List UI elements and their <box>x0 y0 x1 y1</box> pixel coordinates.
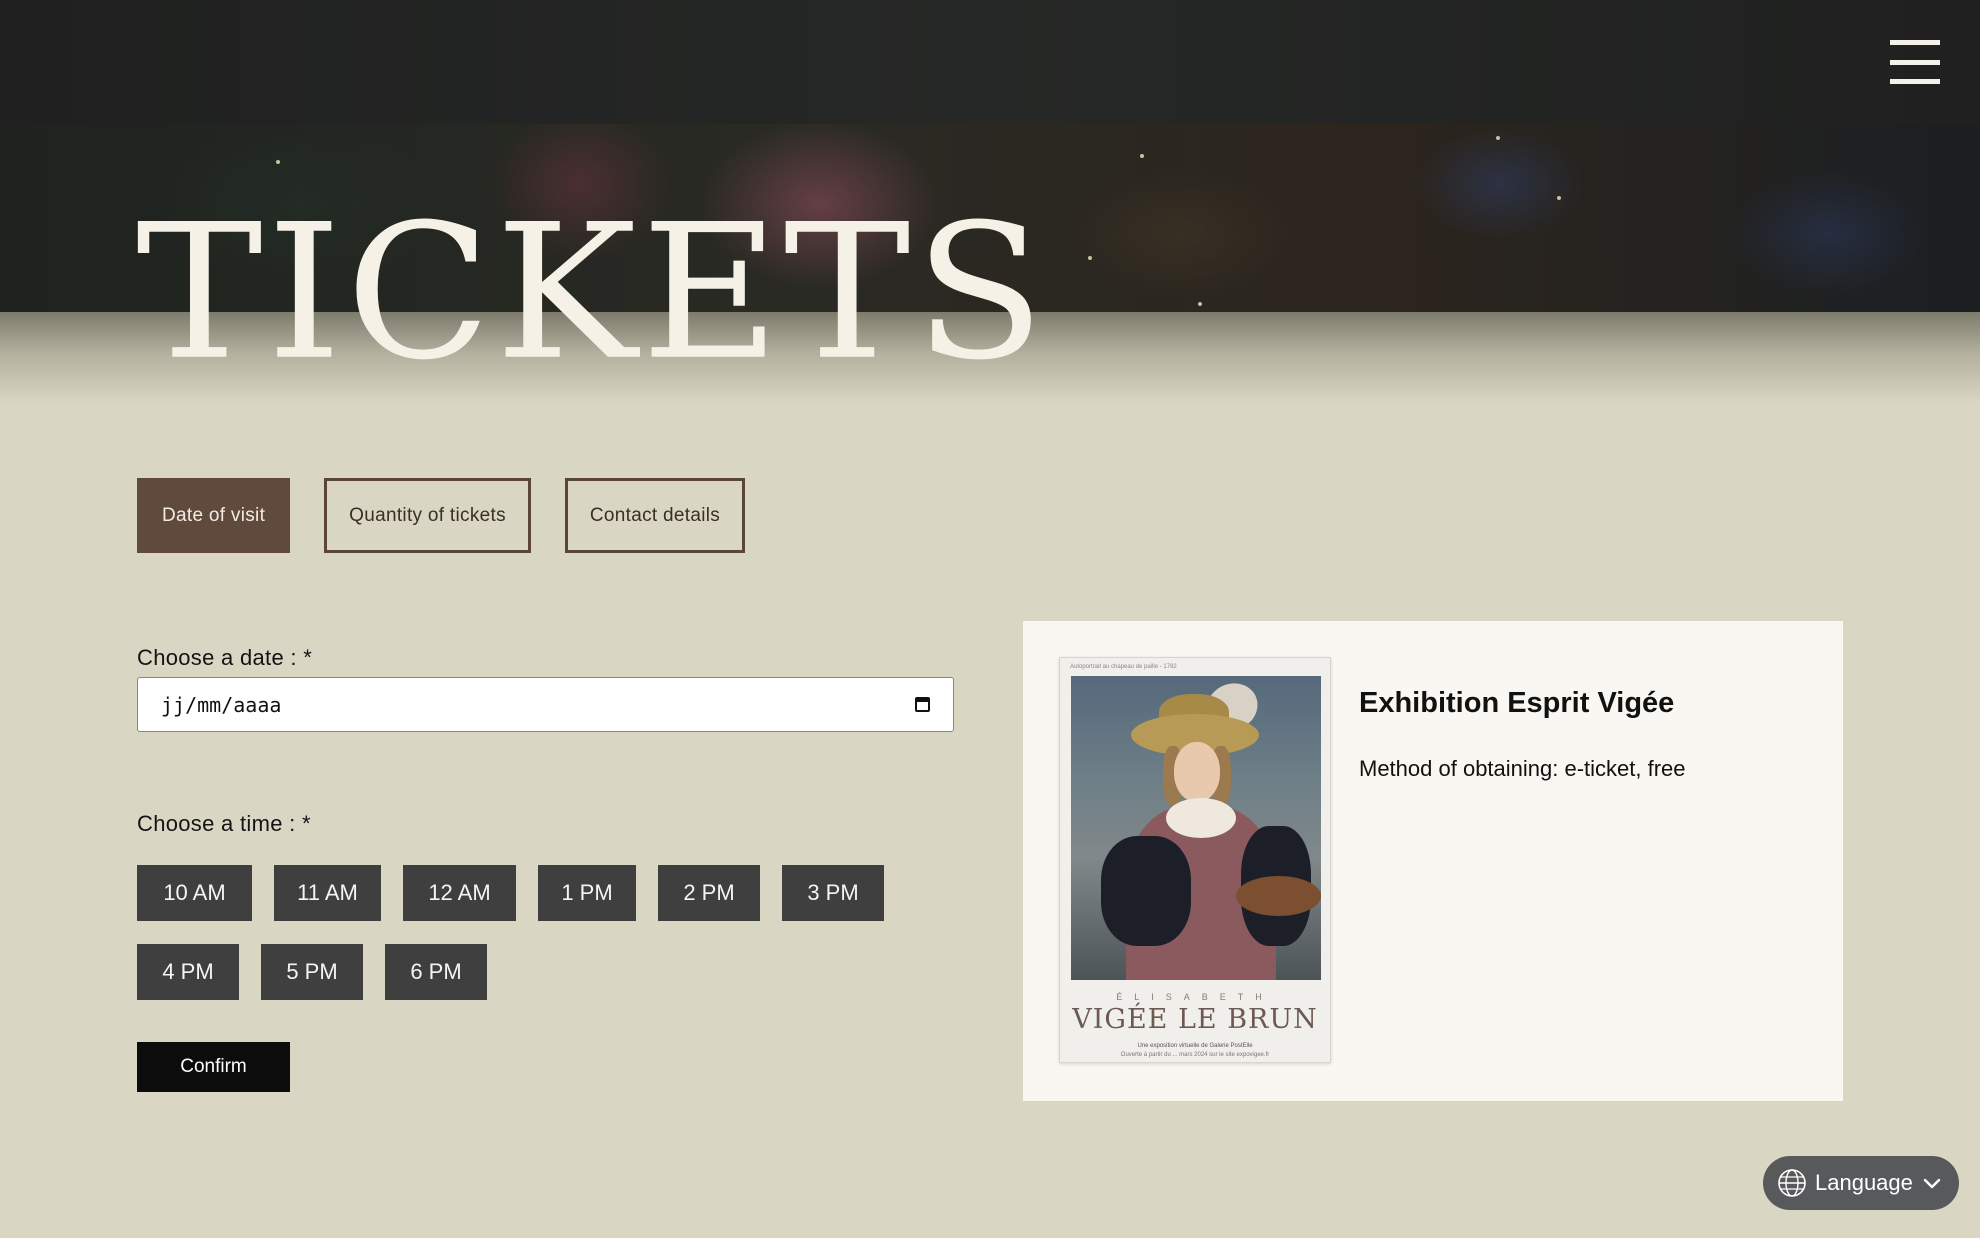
date-placeholder: jj/mm/aaaa <box>161 692 282 717</box>
date-label: Choose a date : * <box>137 645 313 670</box>
poster-first-name: ÉLISABETH <box>1116 992 1274 1002</box>
chevron-down-icon <box>1923 1178 1941 1189</box>
exhibition-card: Autoportrait au chapeau de paille - 1782… <box>1023 621 1843 1101</box>
tab-date-of-visit[interactable]: Date of visit <box>137 478 291 553</box>
time-button-6pm[interactable]: 6 PM <box>385 944 487 1000</box>
time-slots: 10 AM 11 AM 12 AM 1 PM 2 PM 3 PM 4 PM 5 … <box>137 865 917 1023</box>
tab-quantity-of-tickets[interactable]: Quantity of tickets <box>324 478 531 553</box>
time-button-5pm[interactable]: 5 PM <box>261 944 363 1000</box>
time-label: Choose a time : * <box>137 811 311 836</box>
date-input[interactable]: jj/mm/aaaa <box>137 677 954 732</box>
globe-icon <box>1778 1169 1806 1197</box>
poster-line: Ouverte à partir du ... mars 2024 sur le… <box>1120 1052 1270 1058</box>
time-button-10am[interactable]: 10 AM <box>137 865 252 921</box>
step-tabs: Date of visit Quantity of tickets Contac… <box>137 478 746 553</box>
poster-caption: Autoportrait au chapeau de paille - 1782 <box>1070 664 1177 670</box>
top-bar <box>0 0 1980 124</box>
language-label: Language <box>1815 1170 1913 1195</box>
time-row: 10 AM 11 AM 12 AM 1 PM 2 PM 3 PM <box>137 865 917 921</box>
hamburger-line <box>1890 79 1940 84</box>
exhibition-method: Method of obtaining: e-ticket, free <box>1359 756 1686 781</box>
confirm-button[interactable]: Confirm <box>137 1042 290 1092</box>
time-row: 4 PM 5 PM 6 PM <box>137 944 917 1000</box>
page-title: TICKETS <box>136 184 1049 401</box>
exhibition-title: Exhibition Esprit Vigée <box>1359 687 1675 719</box>
time-button-1pm[interactable]: 1 PM <box>538 865 636 921</box>
portrait-painting <box>1071 676 1321 980</box>
hamburger-line <box>1890 59 1940 65</box>
poster-artist-name: VIGÉE LE BRUN <box>1072 1004 1318 1035</box>
time-button-3pm[interactable]: 3 PM <box>782 865 884 921</box>
time-button-12am[interactable]: 12 AM <box>403 865 516 921</box>
poster-line: Une exposition virtuelle de Galerie Post… <box>1137 1043 1253 1049</box>
exhibition-poster: Autoportrait au chapeau de paille - 1782… <box>1059 657 1331 1063</box>
tab-contact-details[interactable]: Contact details <box>564 478 746 553</box>
time-button-2pm[interactable]: 2 PM <box>658 865 760 921</box>
hamburger-line <box>1890 40 1940 45</box>
time-button-4pm[interactable]: 4 PM <box>137 944 239 1000</box>
time-button-11am[interactable]: 11 AM <box>274 865 381 921</box>
calendar-icon[interactable] <box>915 697 930 712</box>
language-button[interactable]: Language <box>1763 1156 1959 1210</box>
hamburger-menu-icon[interactable] <box>1890 40 1940 84</box>
